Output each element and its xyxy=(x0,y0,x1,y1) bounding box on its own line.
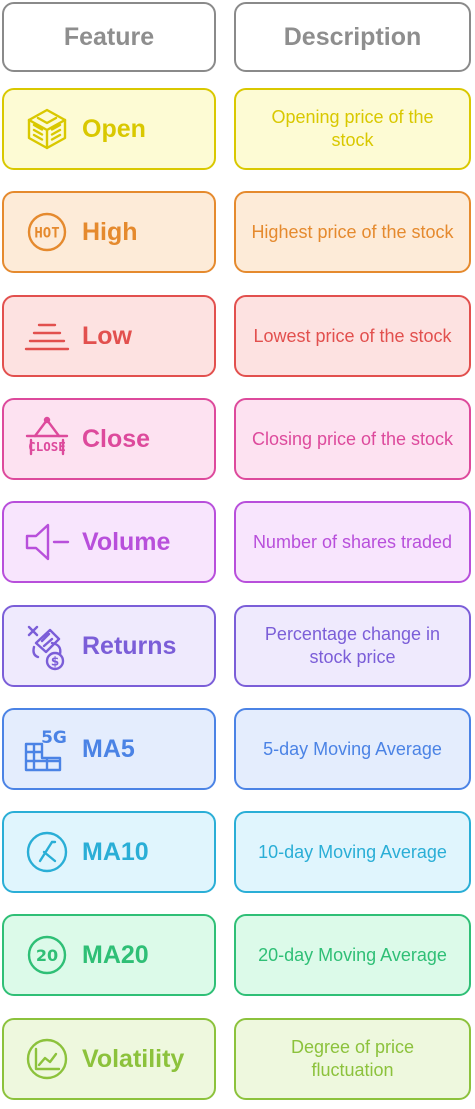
feature-name: Volatility xyxy=(82,1044,185,1073)
close-sign-icon: CLOSE xyxy=(22,414,72,464)
description-box-open: Opening price of the stock xyxy=(234,88,471,170)
feature-name: MA20 xyxy=(82,940,149,969)
cube-lines-icon xyxy=(22,104,72,154)
description-header-label: Description xyxy=(283,22,422,51)
feature-description: 20-day Moving Average xyxy=(258,944,447,965)
money-return-icon: $ xyxy=(22,621,72,671)
feature-box-volume: Volume xyxy=(2,501,216,583)
feature-header: Feature xyxy=(2,2,216,72)
feature-description: Number of shares traded xyxy=(252,531,453,552)
description-box-ma5: 5-day Moving Average xyxy=(234,708,471,790)
description-box-high: Highest price of the stock xyxy=(234,191,471,273)
5g-grid-icon: 5G xyxy=(22,724,72,774)
feature-name: Returns xyxy=(82,631,177,660)
feature-name: Volume xyxy=(82,527,171,556)
svg-text:20: 20 xyxy=(36,946,58,965)
feature-name: MA5 xyxy=(82,734,135,763)
feature-box-close: CLOSE Close xyxy=(2,398,216,480)
feature-name: Close xyxy=(82,424,151,453)
speaker-icon xyxy=(22,517,72,567)
description-box-close: Closing price of the stock xyxy=(234,398,471,480)
svg-text:5G: 5G xyxy=(41,728,67,748)
hot-badge-icon: HOT xyxy=(22,207,72,257)
feature-description: Percentage change in stock price xyxy=(264,624,441,667)
feature-description: Closing price of the stock xyxy=(251,428,454,449)
feature-description: Opening price of the stock xyxy=(271,107,434,150)
description-box-low: Lowest price of the stock xyxy=(234,295,471,377)
svg-text:CLOSE: CLOSE xyxy=(28,439,66,454)
svg-text:HOT: HOT xyxy=(34,226,59,242)
description-box-ma10: 10-day Moving Average xyxy=(234,811,471,893)
feature-box-ma20: 20 MA20 xyxy=(2,914,216,996)
feature-box-returns: $ Returns xyxy=(2,605,216,687)
feature-description: 5-day Moving Average xyxy=(263,738,442,759)
feature-box-volatility: Volatility xyxy=(2,1018,216,1100)
feature-header-label: Feature xyxy=(63,22,155,51)
feature-name: Open xyxy=(82,114,146,143)
feature-name: Low xyxy=(82,321,132,350)
description-box-returns: Percentage change in stock price xyxy=(234,605,471,687)
low-lines-icon xyxy=(22,311,72,361)
description-header: Description xyxy=(234,2,471,72)
feature-description: Lowest price of the stock xyxy=(253,325,452,346)
description-box-volume: Number of shares traded xyxy=(234,501,471,583)
feature-name: MA10 xyxy=(82,837,149,866)
feature-description: Highest price of the stock xyxy=(251,221,454,242)
svg-text:$: $ xyxy=(51,655,59,669)
feature-box-high: HOT High xyxy=(2,191,216,273)
description-box-ma20: 20-day Moving Average xyxy=(234,914,471,996)
circle-20-icon: 20 xyxy=(22,930,72,980)
feature-box-open: Open xyxy=(2,88,216,170)
feature-name: High xyxy=(82,217,138,246)
feature-description: 10-day Moving Average xyxy=(258,841,447,862)
feature-box-ma5: 5G MA5 xyxy=(2,708,216,790)
feature-box-low: Low xyxy=(2,295,216,377)
feature-box-ma10: MA10 xyxy=(2,811,216,893)
description-box-volatility: Degree of price fluctuation xyxy=(234,1018,471,1100)
chart-circle-icon xyxy=(22,1034,72,1084)
circle-x-icon xyxy=(22,827,72,877)
feature-description: Degree of price fluctuation xyxy=(290,1037,415,1080)
